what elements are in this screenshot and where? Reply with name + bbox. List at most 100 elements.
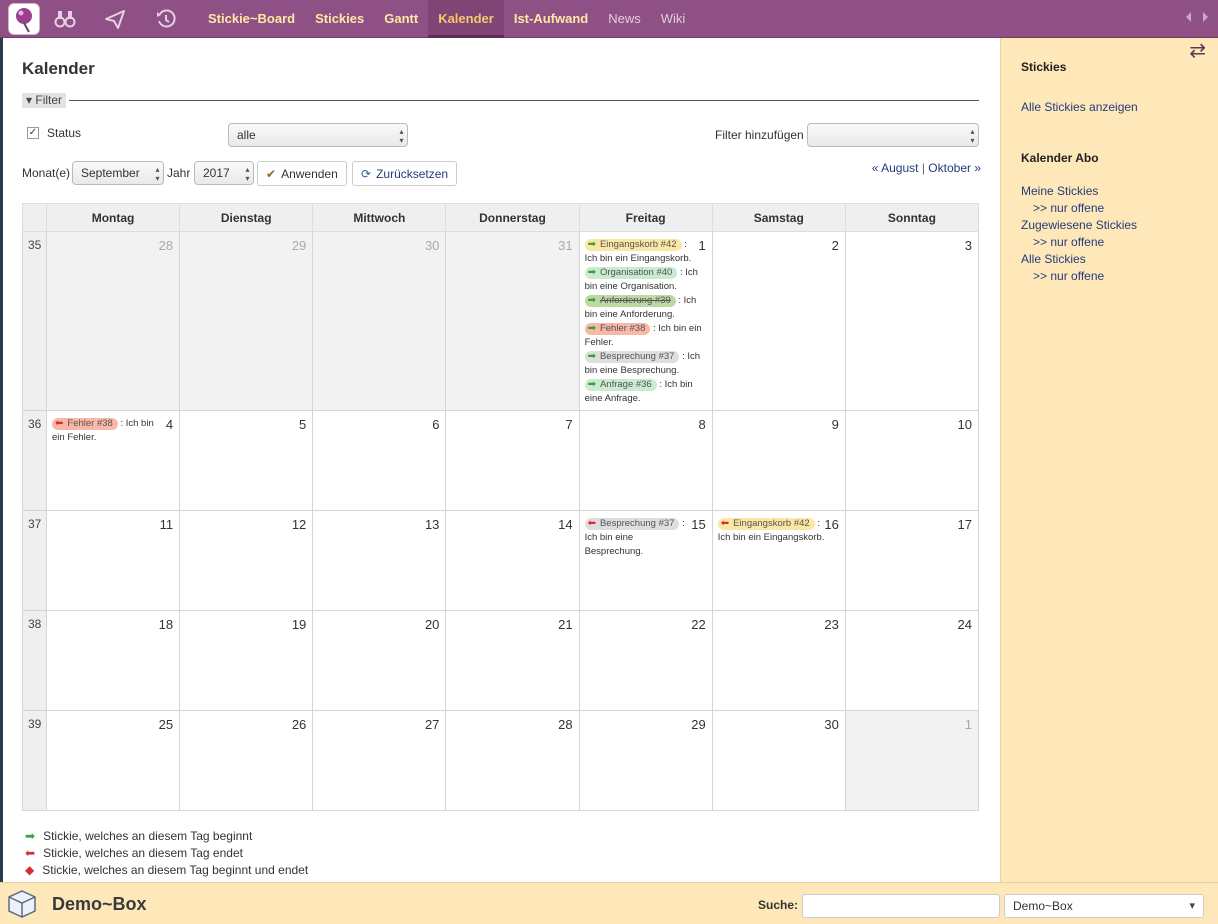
week-number: 38 <box>22 610 47 711</box>
status-checkbox[interactable]: ✓ <box>27 127 39 139</box>
day-number: 4 <box>165 417 174 432</box>
reset-button[interactable]: ⟳ Zurücksetzen <box>352 161 458 186</box>
calendar-day-cell[interactable]: 2 <box>711 231 846 411</box>
week-number: 35 <box>22 231 47 411</box>
calendar-day-cell[interactable]: 17 <box>844 510 980 611</box>
next-month-link[interactable]: Oktober » <box>928 161 981 175</box>
calendar-day-cell[interactable]: 7 <box>445 410 580 511</box>
calendar-day-cell[interactable]: 16 ⬅ Eingangskorb #42 : Ich bin ein Eingan… <box>711 510 846 611</box>
weekday-header-row: Montag Dienstag Mittwoch Donnerstag Frei… <box>22 203 980 232</box>
calendar-day-cell[interactable]: 3 <box>844 231 980 411</box>
calendar-day-cell[interactable]: 25 <box>45 710 181 811</box>
calendar-day-cell[interactable]: 28 <box>45 231 181 411</box>
stickie-tag[interactable]: ➡ Besprechung #37 <box>584 351 680 363</box>
calendar-day-cell[interactable]: 24 <box>844 610 980 711</box>
my-stickies-open-link[interactable]: >> nur offene <box>1033 201 1104 215</box>
year-select[interactable]: 2017 <box>194 161 254 185</box>
nav-news[interactable]: News <box>598 0 651 38</box>
assigned-stickies-link[interactable]: Zugewiesene Stickies <box>1021 218 1137 232</box>
my-stickies-link[interactable]: Meine Stickies <box>1021 184 1098 198</box>
add-filter-select[interactable] <box>807 123 979 147</box>
scroll-left-icon[interactable] <box>1186 12 1191 22</box>
day-number: 25 <box>158 717 174 732</box>
all-stickies-link[interactable]: Alle Stickies <box>1021 252 1086 266</box>
day-number: 11 <box>159 517 174 532</box>
project-title: Demo~Box <box>52 894 147 914</box>
arrow-right-icon: ➡ <box>587 239 596 250</box>
weekday-header: Freitag <box>578 203 713 232</box>
calendar-day-cell[interactable]: 30 <box>312 231 447 411</box>
filter-toggle[interactable]: ▾ Filter <box>22 93 67 108</box>
stickie-tag[interactable]: ⬅ Fehler #38 <box>52 418 118 430</box>
calendar-day-cell[interactable]: 18 <box>45 610 181 711</box>
stickie-tag[interactable]: ➡ Organisation #40 <box>584 267 678 279</box>
stickie-tag-label: Besprechung #37 <box>599 518 675 529</box>
binoculars-icon[interactable] <box>54 8 76 30</box>
calendar-day-cell[interactable]: 9 <box>711 410 846 511</box>
calendar-day-cell[interactable]: 11 <box>45 510 181 611</box>
calendar-day-cell[interactable]: 29 <box>578 710 713 811</box>
nav-stickies[interactable]: Stickies <box>305 0 374 38</box>
nav-wiki[interactable]: Wiki <box>651 0 696 38</box>
calendar-day-cell[interactable]: 29 <box>179 231 314 411</box>
calendar-day-cell[interactable]: 19 <box>179 610 314 711</box>
calendar-day-cell[interactable]: 13 <box>312 510 447 611</box>
day-number: 28 <box>558 717 573 732</box>
calendar-day-cell[interactable]: 21 <box>445 610 580 711</box>
stickie-tag[interactable]: ➡ Fehler #38 <box>584 323 651 335</box>
calendar-day-cell[interactable]: 14 <box>445 510 580 611</box>
nav-kalender[interactable]: Kalender <box>428 0 504 38</box>
calendar-day-cell[interactable]: 4 ⬅ Fehler #38 : Ich bin ein Fehler. <box>45 410 181 511</box>
app-logo-pushpin-icon[interactable] <box>8 3 40 35</box>
nav-stickie-board[interactable]: Stickie~Board <box>198 0 305 38</box>
day-number: 17 <box>957 517 972 532</box>
calendar-day-cell[interactable]: 1 ➡ Eingangskorb #42 : Ich bin ein Eingang… <box>578 231 713 411</box>
filter-label: Filter <box>35 93 63 107</box>
calendar-day-cell[interactable]: 22 <box>578 610 713 711</box>
calendar-day-cell[interactable]: 23 <box>711 610 846 711</box>
week-number: 36 <box>22 410 47 511</box>
calendar-day-cell[interactable]: 10 <box>844 410 980 511</box>
stickie-tag[interactable]: ⬅ Besprechung #37 <box>584 518 680 530</box>
history-icon[interactable] <box>155 8 177 30</box>
calendar-day-cell[interactable]: 28 <box>445 710 580 811</box>
day-number: 18 <box>158 617 174 632</box>
arrow-left-icon: ⬅ <box>25 846 36 860</box>
all-stickies-open-link[interactable]: >> nur offene <box>1033 269 1104 283</box>
calendar-day-cell[interactable]: 20 <box>312 610 447 711</box>
project-select[interactable]: Demo~Box <box>1004 894 1204 918</box>
calendar-day-cell[interactable]: 27 <box>312 710 447 811</box>
nav-ist-aufwand[interactable]: Ist-Aufwand <box>504 0 598 38</box>
arrow-right-icon: ➡ <box>587 267 596 278</box>
stickie-tag[interactable]: ➡ Anfrage #36 <box>584 379 657 391</box>
calendar-day-cell[interactable]: 1 <box>844 710 980 811</box>
calendar-day-cell[interactable]: 31 <box>445 231 580 411</box>
swap-arrows-icon[interactable]: ⇄ <box>1189 38 1206 63</box>
stickie-tag-label: Organisation #40 <box>599 267 673 278</box>
stickie-tag[interactable]: ⬅ Eingangskorb #42 <box>717 518 815 530</box>
stickie-tag[interactable]: ➡ Anforderung #39 <box>584 295 676 307</box>
calendar-day-cell[interactable]: 5 <box>179 410 314 511</box>
show-all-stickies-link[interactable]: Alle Stickies anzeigen <box>1021 100 1138 114</box>
stickie-tag[interactable]: ➡ Eingangskorb #42 <box>584 239 682 251</box>
paper-plane-icon[interactable] <box>104 8 126 30</box>
scroll-right-icon[interactable] <box>1203 12 1208 22</box>
search-input[interactable] <box>802 894 1000 918</box>
month-select[interactable]: September <box>72 161 164 185</box>
status-select[interactable]: alle <box>228 123 408 147</box>
apply-label: Anwenden <box>281 166 338 181</box>
prev-month-link[interactable]: « August <box>872 161 919 175</box>
apply-button[interactable]: ✔ Anwenden <box>257 161 347 186</box>
calendar-day-cell[interactable]: 15 ⬅ Besprechung #37 : Ich bin eine Bespre… <box>578 510 713 611</box>
calendar-day-cell[interactable]: 30 <box>711 710 846 811</box>
day-number: 15 <box>691 517 706 532</box>
assigned-stickies-open-link[interactable]: >> nur offene <box>1033 235 1104 249</box>
add-filter-label: Filter hinzufügen <box>715 128 804 142</box>
sidebar: ⇄ Stickies Alle Stickies anzeigen Kalend… <box>1000 38 1218 882</box>
calendar-day-cell[interactable]: 26 <box>179 710 314 811</box>
calendar-day-cell[interactable]: 6 <box>312 410 447 511</box>
page-title: Kalender <box>22 59 95 78</box>
nav-gantt[interactable]: Gantt <box>374 0 428 38</box>
calendar-day-cell[interactable]: 8 <box>578 410 713 511</box>
calendar-day-cell[interactable]: 12 <box>179 510 314 611</box>
